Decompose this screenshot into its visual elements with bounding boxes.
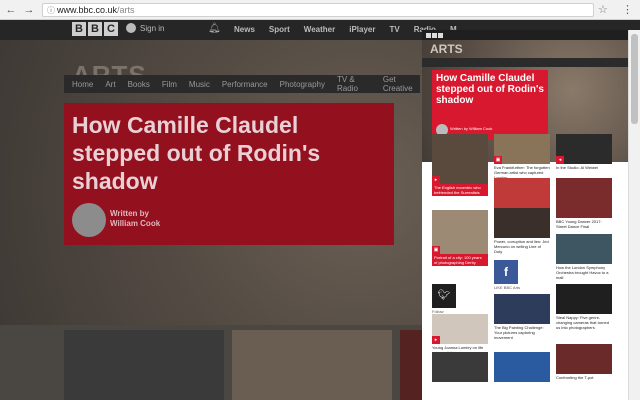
forward-icon[interactable]: →: [22, 3, 36, 17]
card-10[interactable]: The Big Painting Challenge: Your picture…: [494, 294, 550, 340]
card-1[interactable]: ▸ The English eccentric who befriended t…: [432, 134, 488, 196]
nav-sport[interactable]: Sport: [269, 25, 290, 34]
panel-section-title: ARTS: [430, 42, 463, 56]
image-icon: ▣: [494, 156, 502, 164]
author-avatar: [72, 203, 106, 237]
tile-painting[interactable]: [232, 330, 392, 400]
back-icon[interactable]: ←: [4, 3, 18, 17]
panel-scrollbar[interactable]: [628, 30, 640, 400]
bookmark-star-icon[interactable]: ☆: [598, 3, 612, 16]
tile-portrait[interactable]: [64, 330, 224, 400]
card-9[interactable]: How the London Symphony Orchestra brough…: [556, 234, 612, 280]
panel-headline[interactable]: How Camille Claudel stepped out of Rodin…: [436, 73, 546, 106]
url-host: www.bbc.co.uk: [57, 5, 118, 15]
secnav-art[interactable]: Art: [105, 80, 115, 89]
bbc-logo[interactable]: B B C: [72, 22, 118, 36]
secnav-photography[interactable]: Photography: [280, 80, 325, 89]
nav-iplayer[interactable]: iPlayer: [349, 25, 375, 34]
card-7[interactable]: ▣ Portrait of a city: 100 years of photo…: [432, 210, 488, 266]
address-bar[interactable]: ⓘ www.bbc.co.uk /arts: [42, 3, 594, 17]
facebook-icon: f: [494, 260, 518, 284]
info-icon[interactable]: ⓘ: [45, 5, 57, 16]
facebook-card[interactable]: f LIKE BBC Arts: [494, 260, 550, 290]
browser-menu-icon[interactable]: ⋮: [622, 3, 634, 16]
video-icon: ▸: [432, 336, 440, 344]
panel-top-bar: [422, 30, 628, 40]
byline: Written by William Cook: [110, 209, 161, 228]
nav-weather[interactable]: Weather: [304, 25, 335, 34]
nav-news[interactable]: News: [234, 25, 255, 34]
card-15[interactable]: Confronting the T-pot: [556, 344, 612, 380]
panel-headline-card[interactable]: How Camille Claudel stepped out of Rodin…: [432, 70, 548, 140]
camera-icon: ▸: [432, 176, 440, 184]
nav-tv[interactable]: TV: [389, 25, 399, 34]
sign-in-link[interactable]: Sign in: [126, 23, 164, 33]
card-4[interactable]: [494, 178, 550, 208]
card-11[interactable]: ▸ Young Joanna Lumley on life as a model: [432, 314, 488, 355]
headline[interactable]: How Camille Claudel stepped out of Rodin…: [72, 111, 390, 195]
panel-bbc-logo[interactable]: [426, 32, 443, 38]
card-3[interactable]: ◂ In the Studio: Ai Weiwei: [556, 134, 612, 170]
url-path: /arts: [117, 5, 135, 15]
twitter-icon: 🐦︎: [432, 284, 456, 308]
secnav-film[interactable]: Film: [162, 80, 177, 89]
secnav-music[interactable]: Music: [189, 80, 210, 89]
card-14[interactable]: [494, 352, 550, 382]
panel-byline: Written by William Cook: [450, 126, 493, 131]
scrollbar-thumb[interactable]: [631, 34, 638, 124]
audio-icon: ◂: [556, 156, 564, 164]
card-5[interactable]: Power, corruption and lies: Jed Mercurio…: [494, 208, 550, 254]
panel-section-nav: [422, 58, 628, 67]
card-6[interactable]: BBC Young Dancer 2017: Street Dance Fina…: [556, 178, 612, 229]
secnav-home[interactable]: Home: [72, 80, 93, 89]
twitter-card[interactable]: 🐦︎ Follow: [432, 284, 488, 314]
article-tiles: [64, 330, 426, 400]
secnav-get-creative[interactable]: Get Creative: [383, 75, 420, 93]
section-nav: Home Art Books Film Music Performance Ph…: [64, 75, 420, 93]
secnav-tv-radio[interactable]: TV & Radio: [337, 75, 371, 93]
secnav-performance[interactable]: Performance: [222, 80, 268, 89]
card-12[interactable]: Steal Nappy: Five genre-changing cameras…: [556, 284, 612, 330]
secnav-books[interactable]: Books: [128, 80, 150, 89]
headline-card[interactable]: How Camille Claudel stepped out of Rodin…: [64, 103, 394, 245]
mobile-preview-panel: ARTS How Camille Claudel stepped out of …: [422, 30, 628, 400]
card-13[interactable]: [432, 352, 488, 382]
notifications-bell-icon[interactable]: 🔔︎: [208, 23, 221, 34]
user-icon: [126, 23, 136, 33]
gallery-icon: ▣: [432, 246, 440, 254]
card-2[interactable]: ▣ Eva Frankfurther: The forgotten German…: [494, 134, 550, 180]
